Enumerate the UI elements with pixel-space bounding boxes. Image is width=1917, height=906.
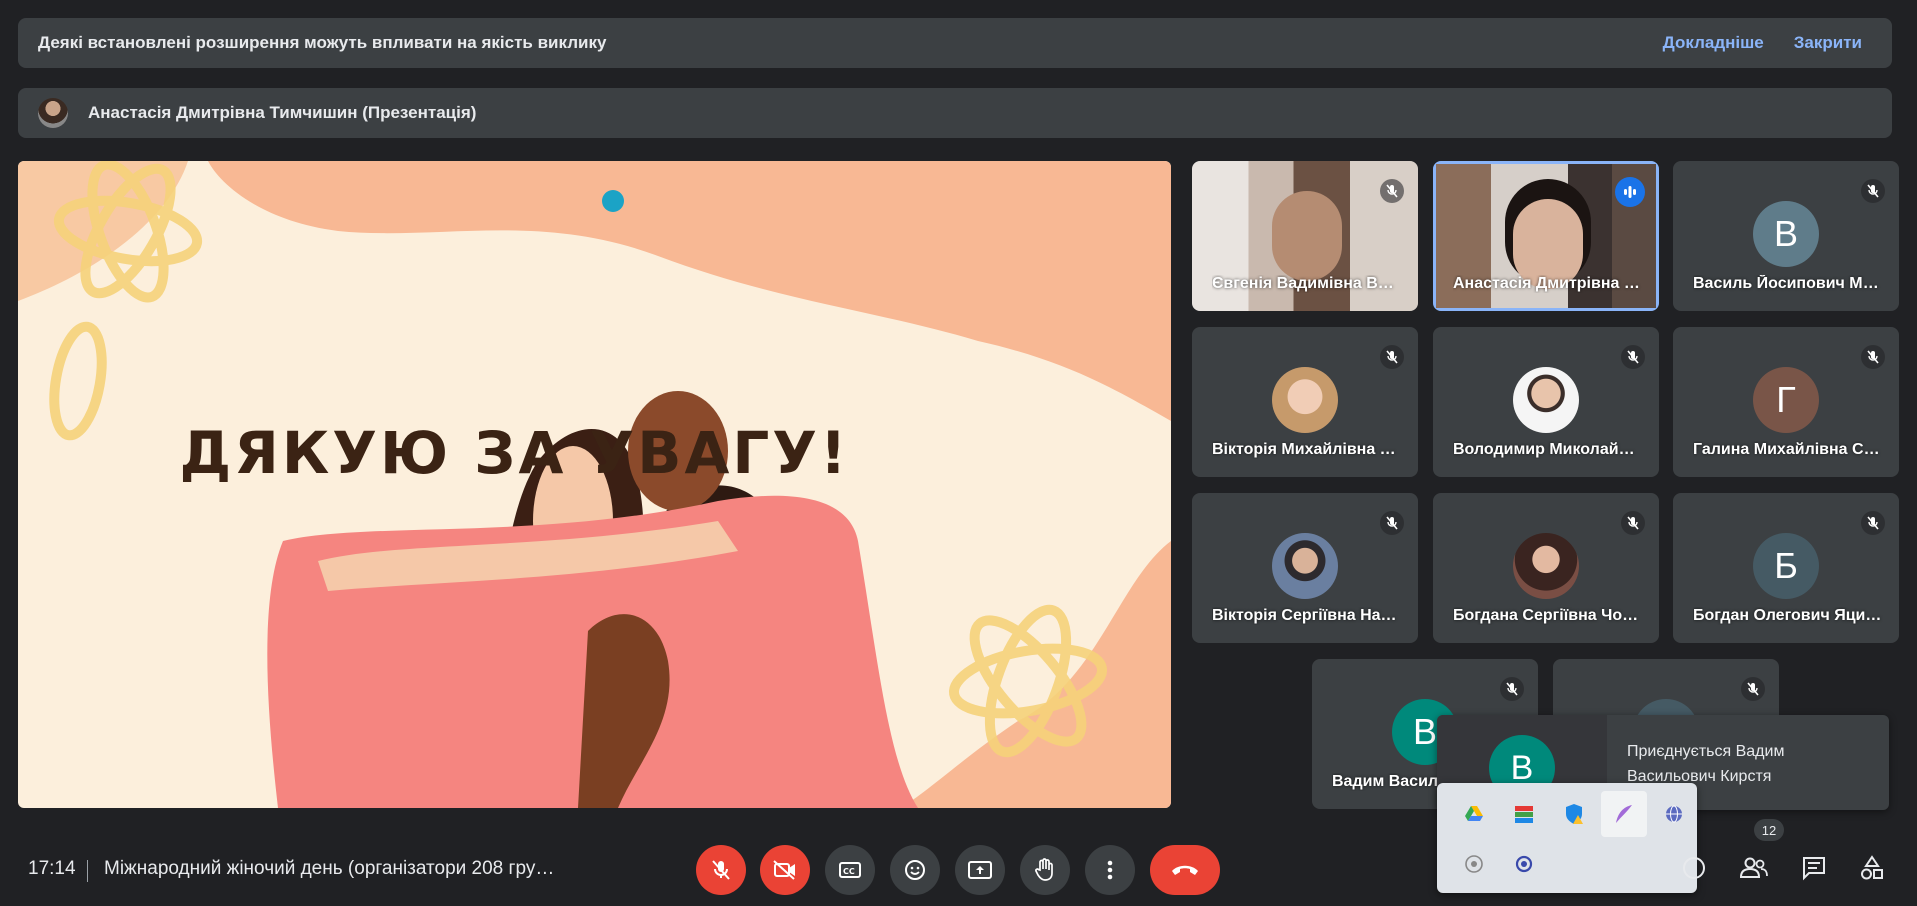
mic-off-icon <box>1621 345 1645 369</box>
divider <box>87 860 88 882</box>
mic-toggle-button[interactable] <box>696 845 746 895</box>
participant-tile[interactable]: В Василь Йосипович Маслюк <box>1673 161 1899 311</box>
close-banner-link[interactable]: Закрити <box>1794 33 1862 53</box>
chat-button[interactable] <box>1796 850 1832 886</box>
mic-off-icon <box>1861 511 1885 535</box>
participant-tile[interactable]: Вікторія Михайлівна Гнатюк <box>1192 327 1418 477</box>
info-icon <box>1683 857 1705 879</box>
presenter-bar: Анастасія Дмитрівна Тимчишин (Презентаці… <box>18 88 1892 138</box>
participant-name: Богдан Олегович Яцишин <box>1693 607 1883 624</box>
pointer-cursor <box>602 190 624 212</box>
mic-off-icon <box>1621 511 1645 535</box>
reactions-button[interactable] <box>890 845 940 895</box>
meeting-details-button[interactable] <box>1676 850 1712 886</box>
raise-hand-icon <box>1035 858 1053 881</box>
activities-button[interactable] <box>1854 850 1890 886</box>
slide-title: ДЯКУЮ ЗА УВАГУ! <box>179 419 850 487</box>
captions-button[interactable]: CC <box>825 845 875 895</box>
feather-pen-icon[interactable] <box>1601 791 1647 837</box>
learn-more-link[interactable]: Докладніше <box>1663 33 1764 53</box>
participant-tile[interactable]: Вікторія Сергіївна Наконечна <box>1192 493 1418 643</box>
participant-tile[interactable]: Євгенія Вадимівна Волошина <box>1192 161 1418 311</box>
participant-name: Василь Йосипович Маслюк <box>1693 275 1883 292</box>
layers-app-icon[interactable] <box>1501 791 1547 837</box>
participants-count-badge: 12 <box>1754 819 1784 841</box>
participant-tile-speaking[interactable]: Анастасія Дмитрівна Тимчишин <box>1433 161 1659 311</box>
extensions-warning-banner: Деякі встановлені розширення можуть впли… <box>18 18 1892 68</box>
camera-off-icon <box>773 860 795 880</box>
banner-text: Деякі встановлені розширення можуть впли… <box>38 33 607 52</box>
participant-name: Вікторія Сергіївна Наконечна <box>1212 607 1402 624</box>
closed-captions-icon: CC <box>839 862 861 878</box>
participant-name: Євгенія Вадимівна Волошина <box>1212 275 1402 292</box>
google-drive-icon[interactable] <box>1451 791 1497 837</box>
leave-call-button[interactable] <box>1150 845 1220 895</box>
participant-tile[interactable]: Володимир Миколайович Петрів <box>1433 327 1659 477</box>
participant-name: Володимир Миколайович Петрів <box>1453 441 1643 458</box>
raise-hand-button[interactable] <box>1020 845 1070 895</box>
letter-avatar: Г <box>1753 367 1819 433</box>
speaking-indicator-icon <box>1615 177 1645 207</box>
letter-avatar: В <box>1753 201 1819 267</box>
participant-name: Галина Михайлівна Стефанишин <box>1693 441 1883 458</box>
mic-off-icon <box>1380 179 1404 203</box>
mic-off-icon <box>1741 677 1765 701</box>
participant-tile[interactable]: Богдана Сергіївна Чорна <box>1433 493 1659 643</box>
globe-icon[interactable] <box>1651 791 1697 837</box>
presenter-avatar <box>38 98 68 128</box>
mic-off-icon <box>1500 677 1524 701</box>
photo-avatar <box>1272 533 1338 599</box>
presenter-name: Анастасія Дмитрівна Тимчишин (Презентаці… <box>88 103 477 122</box>
mic-off-icon <box>1861 179 1885 203</box>
chat-icon <box>1803 857 1825 881</box>
mic-off-icon <box>712 860 730 880</box>
photo-avatar <box>1513 367 1579 433</box>
current-time: 17:14 <box>28 858 76 879</box>
security-shield-icon[interactable] <box>1551 791 1597 837</box>
bottom-control-bar: 17:14 Міжнародний жіночий день (організа… <box>0 819 1917 906</box>
shapes-icon <box>1861 855 1883 880</box>
camera-toggle-button[interactable] <box>760 845 810 895</box>
present-screen-button[interactable] <box>955 845 1005 895</box>
present-screen-icon <box>968 861 992 879</box>
participant-name: Богдана Сергіївна Чорна <box>1453 607 1643 624</box>
people-button[interactable] <box>1736 850 1772 886</box>
mic-off-icon <box>1861 345 1885 369</box>
hang-up-icon <box>1172 865 1198 875</box>
mic-off-icon <box>1380 345 1404 369</box>
meeting-title: Міжнародний жіночий день (організатори 2… <box>104 858 555 879</box>
participant-tile[interactable]: Г Галина Михайлівна Стефанишин <box>1673 327 1899 477</box>
participant-tile[interactable]: Б Богдан Олегович Яцишин <box>1673 493 1899 643</box>
participant-name: Анастасія Дмитрівна Тимчишин <box>1453 275 1643 292</box>
svg-text:CC: CC <box>843 867 855 876</box>
emoji-icon <box>905 860 925 880</box>
letter-avatar: Б <box>1753 533 1819 599</box>
toast-text: Приєднується Вадим Васильович Кирстя <box>1627 743 1785 785</box>
presentation-slide: ДЯКУЮ ЗА УВАГУ! <box>18 161 1171 808</box>
participant-name: Вікторія Михайлівна Гнатюк <box>1212 441 1402 458</box>
more-options-button[interactable] <box>1085 845 1135 895</box>
photo-avatar <box>1513 533 1579 599</box>
mic-off-icon <box>1380 511 1404 535</box>
photo-avatar <box>1272 367 1338 433</box>
participant-face <box>1272 191 1342 281</box>
people-icon <box>1739 857 1768 878</box>
more-vert-icon <box>1107 860 1113 880</box>
